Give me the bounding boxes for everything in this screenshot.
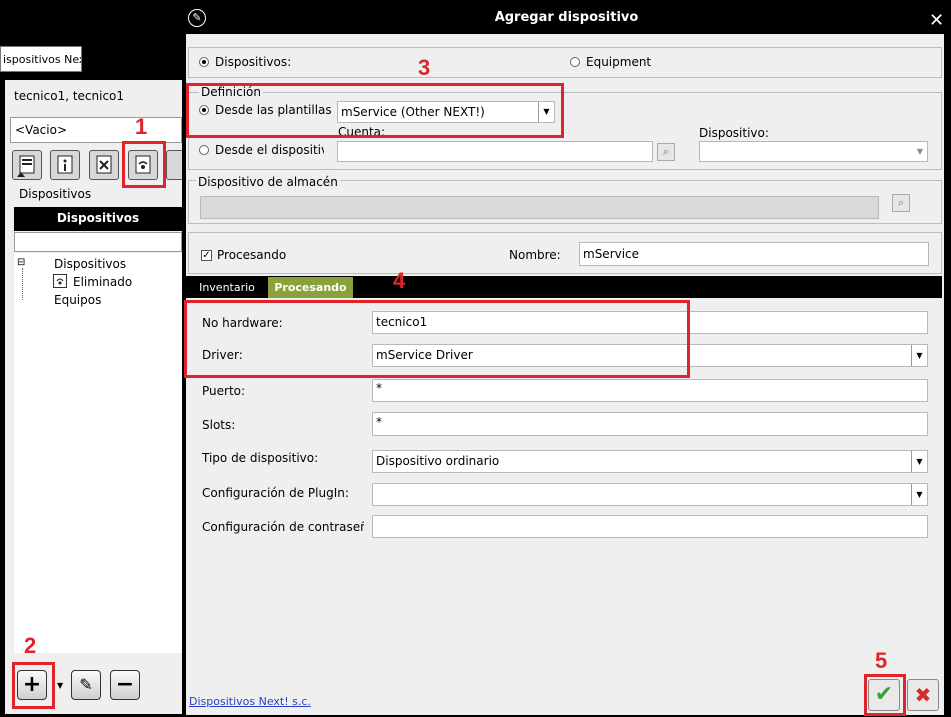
search-icon[interactable]: ⌕ bbox=[892, 194, 910, 212]
grid-filter-input[interactable] bbox=[14, 232, 182, 252]
password-label: Configuración de contraseña bbox=[202, 520, 364, 534]
processing-checkbox[interactable]: ✓ bbox=[201, 250, 212, 261]
remove-button[interactable]: − bbox=[110, 670, 140, 700]
empty-field[interactable]: <Vacio> bbox=[10, 117, 182, 143]
annotation-number-3: 3 bbox=[418, 55, 431, 80]
port-label: Puerto: bbox=[202, 384, 246, 398]
user-field[interactable]: tecnico1, tecnico1 bbox=[10, 84, 182, 109]
annotation-number-5: 5 bbox=[875, 648, 888, 673]
annotation-box-5 bbox=[864, 674, 906, 716]
processing-checkbox-label: Procesando bbox=[217, 248, 287, 262]
annotation-box-2 bbox=[12, 662, 55, 709]
chevron-down-icon[interactable]: ▼ bbox=[917, 142, 923, 161]
slots-input[interactable]: * bbox=[372, 412, 928, 436]
edit-button[interactable]: ✎ bbox=[71, 670, 101, 700]
annotation-box-3 bbox=[186, 83, 564, 138]
from-device-label: Desde el dispositivo bbox=[215, 143, 324, 157]
close-icon[interactable]: ✕ bbox=[929, 10, 944, 31]
search-icon[interactable]: ⌕ bbox=[657, 143, 675, 161]
plugin-select[interactable]: ▼ bbox=[372, 483, 928, 506]
footer-link[interactable]: Dispositivos Next! s.c. bbox=[189, 695, 311, 708]
name-label: Nombre: bbox=[509, 248, 561, 262]
port-input[interactable]: * bbox=[372, 379, 928, 402]
cancel-button[interactable]: ✖ bbox=[907, 679, 939, 711]
source-type-group bbox=[188, 47, 942, 78]
wireless-device-icon bbox=[53, 274, 67, 288]
chevron-down-icon[interactable]: ▼ bbox=[911, 345, 927, 366]
account-input[interactable] bbox=[337, 141, 653, 162]
grid-header[interactable]: Dispositivos bbox=[14, 207, 182, 231]
annotation-number-1: 1 bbox=[135, 114, 148, 139]
annotation-number-4: 4 bbox=[393, 268, 406, 293]
tree-expander-icon[interactable]: ⊟ bbox=[17, 257, 25, 268]
tree-line bbox=[22, 268, 23, 300]
tab-procesando[interactable]: Procesando bbox=[268, 277, 353, 298]
radio-devices[interactable] bbox=[199, 57, 209, 67]
tree-node-dispositivos[interactable]: Dispositivos bbox=[54, 257, 126, 271]
radio-devices-label: Dispositivos: bbox=[215, 55, 292, 69]
dialog-title: Agregar dispositivo bbox=[494, 10, 639, 25]
device-label: Dispositivo: bbox=[699, 126, 769, 140]
annotation-box-1 bbox=[122, 141, 166, 188]
name-input[interactable]: mService bbox=[579, 242, 929, 266]
section-label: Dispositivos bbox=[19, 187, 92, 201]
slots-label: Slots: bbox=[202, 418, 236, 432]
tree-node-equipos[interactable]: Equipos bbox=[54, 293, 101, 307]
chevron-down-icon[interactable]: ▼ bbox=[911, 484, 927, 505]
storage-legend: Dispositivo de almacén bbox=[196, 175, 340, 189]
device-type-label: Tipo de dispositivo: bbox=[202, 451, 319, 465]
device-type-value: Dispositivo ordinario bbox=[376, 454, 500, 468]
radio-equipment[interactable] bbox=[570, 57, 580, 67]
radio-equipment-label: Equipment bbox=[586, 55, 652, 69]
tab-inventario[interactable]: Inventario bbox=[187, 277, 267, 298]
tree-node-eliminado[interactable]: Eliminado bbox=[73, 275, 132, 289]
password-input[interactable] bbox=[372, 515, 928, 538]
device-home-icon[interactable] bbox=[12, 150, 42, 180]
device-select[interactable]: ▼ bbox=[699, 141, 928, 162]
chevron-down-icon[interactable]: ▼ bbox=[57, 681, 63, 690]
tab-dispositivos-next[interactable]: ispositivos Next bbox=[0, 46, 82, 72]
annotation-box-4 bbox=[184, 300, 690, 378]
device-edit-icon[interactable] bbox=[166, 150, 182, 180]
device-type-select[interactable]: Dispositivo ordinario ▼ bbox=[372, 450, 928, 473]
annotation-number-2: 2 bbox=[24, 633, 37, 658]
device-tree bbox=[14, 253, 182, 653]
device-info-icon[interactable] bbox=[50, 150, 80, 180]
storage-input[interactable] bbox=[200, 196, 879, 219]
radio-from-device[interactable] bbox=[199, 145, 209, 155]
chevron-down-icon[interactable]: ▼ bbox=[911, 451, 927, 472]
device-delete-icon[interactable] bbox=[89, 150, 119, 180]
plugin-label: Configuración de PlugIn: bbox=[202, 486, 349, 500]
